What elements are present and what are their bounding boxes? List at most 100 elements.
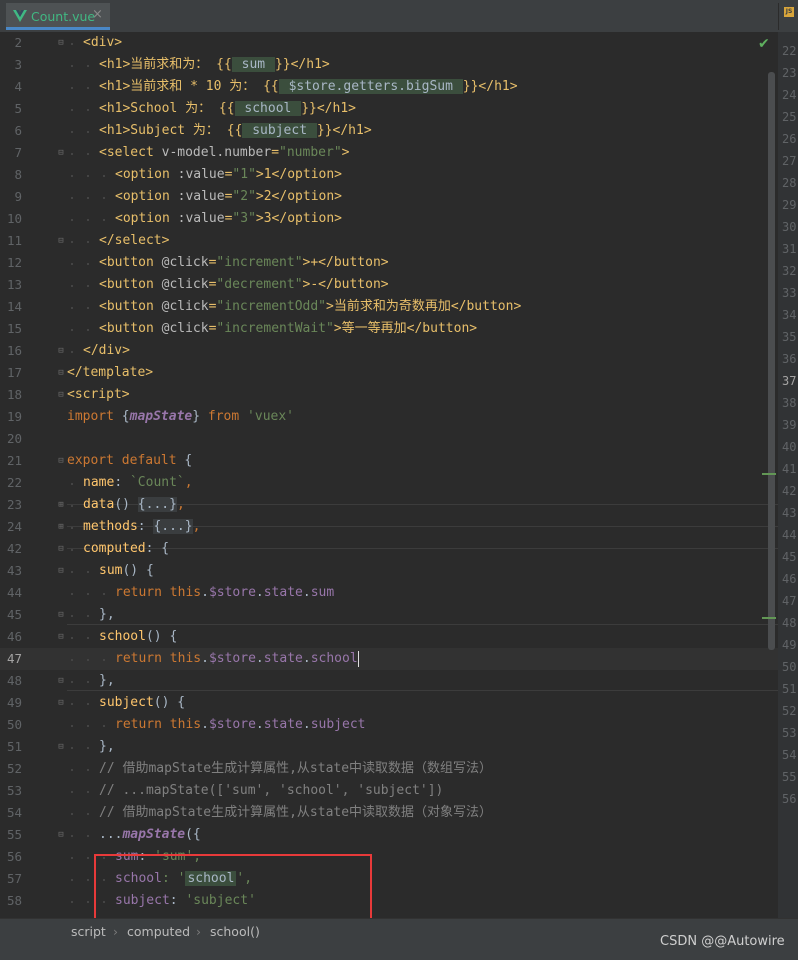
code-line[interactable]: 8 <option :value="1">1</option> — [0, 164, 778, 186]
code-line[interactable]: 4 <h1>当前求和 * 10 为： {{ $store.getters.bigS… — [0, 76, 778, 98]
code-line[interactable]: 44 return this.$store.state.sum — [0, 582, 778, 604]
token: school — [99, 629, 146, 644]
line-number: 48 — [782, 616, 797, 630]
code-text: export default { — [67, 450, 192, 472]
line-number: 22 — [6, 475, 22, 490]
fold-toggle-icon[interactable]: ⊟ — [56, 142, 66, 164]
line-number: 44 — [782, 528, 797, 542]
code-line[interactable]: 7 ⊟ <select v-model.number="number"> — [0, 142, 778, 164]
token: :value — [177, 211, 225, 226]
fold-toggle-icon[interactable]: ⊟ — [56, 736, 66, 758]
close-icon[interactable]: × — [92, 7, 103, 22]
code-line[interactable]: 58 subject: 'subject' — [0, 890, 778, 912]
code-line[interactable]: 17 ⊟ </template> — [0, 362, 778, 384]
line-number: 44 — [6, 585, 22, 600]
fold-toggle-icon[interactable]: ⊟ — [56, 692, 66, 714]
code-line[interactable]: 13 <button @click="decrement">-</button> — [0, 274, 778, 296]
indent-guide — [83, 670, 99, 692]
indent-guide — [99, 846, 115, 868]
fold-toggle-icon[interactable]: ⊟ — [56, 362, 66, 384]
token: {...} — [153, 519, 193, 534]
token: return — [115, 651, 170, 666]
line-number: 18 — [6, 387, 22, 402]
fold-toggle-icon[interactable]: ⊟ — [56, 560, 66, 582]
fold-toggle-icon[interactable]: ⊟ — [56, 626, 66, 648]
fold-toggle-icon[interactable]: ⊞ — [56, 494, 66, 516]
code-line[interactable]: 42 ⊟ computed: { — [0, 538, 778, 560]
line-number: 19 — [6, 409, 22, 424]
indent-guide — [67, 230, 83, 252]
code-line[interactable]: 3 <h1>当前求和为： {{ sum }}</h1> — [0, 54, 778, 76]
code-line[interactable]: 48 ⊟}, — [0, 670, 778, 692]
token: >3</option> — [255, 211, 342, 226]
indent-guide — [67, 802, 83, 824]
code-line[interactable]: 5 <h1>School 为： {{ school }}</h1> — [0, 98, 778, 120]
code-line[interactable]: 6 <h1>Subject 为： {{ subject }}</h1> — [0, 120, 778, 142]
indent-guide — [83, 802, 99, 824]
indent-guide — [67, 824, 83, 846]
tab-js-file[interactable]: JS — [778, 3, 798, 30]
code-line[interactable]: 57 school: ' school ', — [0, 868, 778, 890]
code-line[interactable]: 46 ⊟ school() { — [0, 626, 778, 648]
token: "3" — [232, 211, 256, 226]
indent-guide — [99, 714, 115, 736]
code-line[interactable]: 55 ⊟ ...mapState({ — [0, 824, 778, 846]
indent-guide — [83, 626, 99, 648]
token: }, — [99, 673, 115, 688]
fold-toggle-icon[interactable]: ⊞ — [56, 516, 66, 538]
fold-toggle-icon[interactable]: ⊟ — [56, 538, 66, 560]
fold-toggle-icon[interactable]: ⊟ — [56, 32, 66, 54]
token: 'subject' — [185, 893, 256, 908]
code-line[interactable]: 53 // ...mapState(['sum', 'school', 'subj… — [0, 780, 778, 802]
code-line[interactable]: 22 name: `Count`, — [0, 472, 778, 494]
indent-guide — [67, 648, 83, 670]
token: // 借助mapState生成计算属性,从state中读取数据（数组写法） — [99, 761, 493, 776]
code-line[interactable]: 14 <button @click="incrementOdd">当前求和为奇数再… — [0, 296, 778, 318]
code-line[interactable]: 54 // 借助mapState生成计算属性,从state中读取数据（对象写法） — [0, 802, 778, 824]
code-line[interactable]: 56 sum: 'sum', — [0, 846, 778, 868]
breadcrumb-item-school[interactable]: school() — [210, 924, 260, 939]
code-line[interactable]: 45 ⊟}, — [0, 604, 778, 626]
fold-toggle-icon[interactable]: ⊟ — [56, 824, 66, 846]
code-text: name: `Count`, — [67, 472, 193, 494]
code-line[interactable]: 43 ⊟ sum() { — [0, 560, 778, 582]
code-line[interactable]: 16 ⊟ </div> — [0, 340, 778, 362]
code-line[interactable]: 52 // 借助mapState生成计算属性,从state中读取数据（数组写法） — [0, 758, 778, 780]
token: () — [114, 497, 138, 512]
line-number: 52 — [6, 761, 22, 776]
code-line[interactable]: 21 ⊟ export default { — [0, 450, 778, 472]
code-line[interactable]: 24 ⊞ methods: {...}, — [0, 516, 778, 538]
fold-toggle-icon[interactable]: ⊟ — [56, 384, 66, 406]
code-line[interactable]: 47 return this.$store.state.school — [0, 648, 778, 670]
indent-guide — [67, 120, 83, 142]
fold-toggle-icon[interactable]: ⊟ — [56, 670, 66, 692]
code-text: // 借助mapState生成计算属性,从state中读取数据（对象写法） — [67, 802, 492, 824]
code-line[interactable]: 49 ⊟ subject() { — [0, 692, 778, 714]
breadcrumb-item-script[interactable]: script — [71, 924, 106, 939]
code-line[interactable]: 18 ⊟ <script> — [0, 384, 778, 406]
tab-count-vue[interactable]: Count.vue × — [6, 3, 110, 30]
code-line[interactable]: 11 ⊟ </select> — [0, 230, 778, 252]
code-text: school() { — [67, 626, 177, 648]
code-line[interactable]: 20 — [0, 428, 778, 450]
token: "number" — [279, 145, 342, 160]
breadcrumb-item-computed[interactable]: computed — [127, 924, 190, 939]
token: this — [169, 585, 202, 600]
code-line[interactable]: 10 <option :value="3">3</option> — [0, 208, 778, 230]
vertical-scrollbar[interactable] — [768, 72, 775, 650]
line-number: 51 — [782, 682, 797, 696]
code-line[interactable]: 23 ⊞ data() {...}, — [0, 494, 778, 516]
code-line[interactable]: 19 import {mapState} from 'vuex' — [0, 406, 778, 428]
code-line[interactable]: 2 ⊟ <div> — [0, 32, 778, 54]
indent-guide — [83, 208, 99, 230]
fold-toggle-icon[interactable]: ⊟ — [56, 450, 66, 472]
fold-toggle-icon[interactable]: ⊟ — [56, 604, 66, 626]
code-line[interactable]: 51 ⊟}, — [0, 736, 778, 758]
fold-toggle-icon[interactable]: ⊟ — [56, 230, 66, 252]
code-line[interactable]: 50 return this.$store.state.subject — [0, 714, 778, 736]
code-line[interactable]: 12 <button @click="increment">+</button> — [0, 252, 778, 274]
code-editor[interactable]: 2 ⊟ <div> 3 <h1>当前求和为： {{ sum }}</h1> 4 <h1>当前… — [0, 32, 778, 918]
fold-toggle-icon[interactable]: ⊟ — [56, 340, 66, 362]
code-line[interactable]: 9 <option :value="2">2</option> — [0, 186, 778, 208]
code-line[interactable]: 15 <button @click="incrementWait">等一等再加</… — [0, 318, 778, 340]
